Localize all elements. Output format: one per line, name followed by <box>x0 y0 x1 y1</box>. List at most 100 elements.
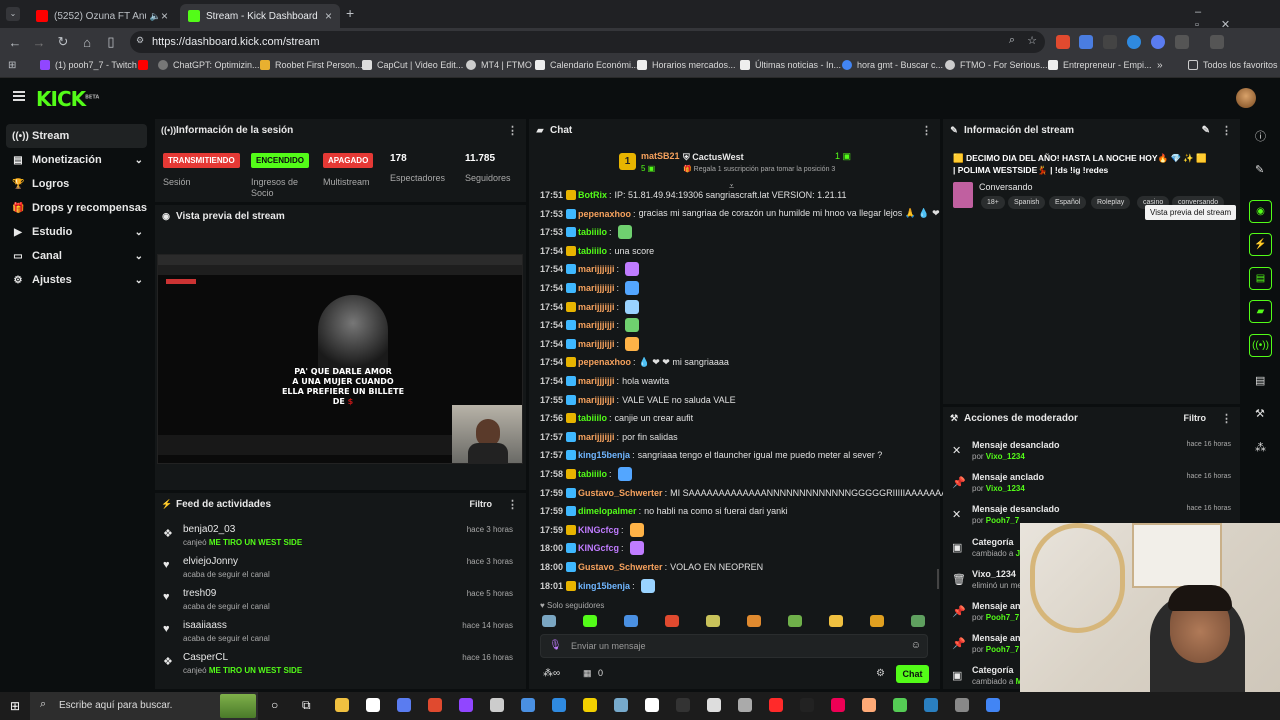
reload-icon[interactable]: ↻ <box>51 34 75 50</box>
close-tab-icon[interactable]: × <box>325 9 332 23</box>
bookmark-item[interactable]: MT4 | FTMO <box>466 60 532 70</box>
bookmark-item[interactable]: FTMO - For Serious... <box>945 60 1048 70</box>
tab-kick-dashboard[interactable]: Stream - Kick Dashboard × <box>180 4 340 28</box>
media-icon[interactable] <box>1210 35 1224 49</box>
taskbar-app-icon[interactable] <box>552 698 566 712</box>
chat-username[interactable]: marijjjijji <box>578 264 615 274</box>
new-tab-button[interactable]: + <box>346 5 354 21</box>
kick-logo[interactable]: KICKBETA <box>36 87 99 111</box>
chat-username[interactable]: tabiiilo <box>578 246 607 256</box>
emote-icon[interactable] <box>706 615 720 627</box>
bookmark-item[interactable]: hora gmt - Buscar c... <box>842 60 943 70</box>
extension-icon[interactable] <box>1103 35 1117 49</box>
taskbar-app-icon[interactable] <box>366 698 380 712</box>
bookmark-item[interactable]: Entrepreneur - Empi... <box>1048 60 1152 70</box>
taskbar-app-icon[interactable] <box>924 698 938 712</box>
emote-icon[interactable] <box>624 615 638 627</box>
filter-button[interactable]: Filtro <box>470 499 493 509</box>
points-icon[interactable]: ⁂∞ <box>543 668 560 679</box>
emote-icon[interactable] <box>788 615 802 627</box>
sidebar-item[interactable]: ▭ Canal ⌄ <box>6 244 147 268</box>
chevron-down-icon[interactable]: ⌄ <box>135 155 143 166</box>
chat-username[interactable]: marijjjijji <box>578 432 615 442</box>
broadcast-toggle-button[interactable]: ((•)) <box>1249 334 1272 357</box>
chevron-down-icon[interactable]: ⌄ <box>135 275 143 286</box>
taskbar-app-icon[interactable] <box>645 698 659 712</box>
chat-username[interactable]: king15benja <box>578 450 630 460</box>
bookmark-folder[interactable]: Todos los favoritos <box>1188 60 1278 70</box>
taskbar-app-icon[interactable] <box>862 698 876 712</box>
taskbar-app-icon[interactable] <box>986 698 1000 712</box>
windows-start-icon[interactable]: ⊞ <box>10 699 20 713</box>
more-options-icon[interactable]: ⋮ <box>921 124 932 137</box>
more-options-icon[interactable]: ⋮ <box>507 498 518 511</box>
chat-toggle-button[interactable]: ▰ <box>1249 300 1272 323</box>
chat-username[interactable]: marijjjijji <box>578 283 615 293</box>
more-options-icon[interactable]: ⋮ <box>507 124 518 137</box>
chevron-down-icon[interactable]: ⌄ <box>135 251 143 262</box>
chat-username[interactable]: pepenaxhoo <box>578 357 631 367</box>
filter-button[interactable]: Filtro <box>1184 413 1207 423</box>
bookmark-item[interactable]: ChatGPT: Optimizin... <box>158 60 260 70</box>
sidebar-item[interactable]: ▤ Monetización ⌄ <box>6 148 147 172</box>
forward-icon[interactable]: → <box>27 35 51 50</box>
chat-scrollbar[interactable] <box>937 569 939 589</box>
sidebar-item[interactable]: 🏆 Logros <box>6 172 147 196</box>
video-preview[interactable]: PA' QUE DARLE AMOR A UNA MUJER CUANDO EL… <box>157 254 523 464</box>
bookmark-item[interactable]: Últimas noticias - In... <box>740 60 841 70</box>
chat-settings-icon[interactable]: ⚙ <box>876 668 885 679</box>
emote-icon[interactable] <box>747 615 761 627</box>
taskbar-app-icon[interactable] <box>738 698 752 712</box>
more-options-icon[interactable]: ⋮ <box>1221 412 1232 425</box>
taskbar-app-icon[interactable] <box>955 698 969 712</box>
home-icon[interactable]: ⌂ <box>75 35 99 50</box>
back-icon[interactable]: ← <box>3 35 27 50</box>
emote-icon[interactable] <box>583 615 597 627</box>
taskbar-app-icon[interactable] <box>614 698 628 712</box>
emote-icon[interactable] <box>542 615 556 627</box>
chevron-down-icon[interactable]: ⌄ <box>135 227 143 238</box>
taskbar-app-icon[interactable] <box>831 698 845 712</box>
emote-icon[interactable] <box>665 615 679 627</box>
taskbar-app-icon[interactable] <box>490 698 504 712</box>
emoji-icon[interactable]: ☺ <box>911 640 921 651</box>
tools-icon[interactable]: ⚒ <box>1255 407 1265 420</box>
chat-username[interactable]: KINGcfcg <box>578 525 619 535</box>
sidepanel-icon[interactable]: ▯ <box>99 34 123 50</box>
taskbar-app-icon[interactable] <box>335 698 349 712</box>
taskbar-app-icon[interactable] <box>676 698 690 712</box>
category-tag[interactable]: Español <box>1049 196 1087 209</box>
chat-username[interactable]: tabiiilo <box>578 413 607 423</box>
gift-counter[interactable]: ▦ 0 <box>583 668 603 679</box>
emote-icon[interactable] <box>870 615 884 627</box>
taskbar-app-icon[interactable] <box>707 698 721 712</box>
voice-icon[interactable]: 🎙 <box>549 640 562 651</box>
bookmark-item[interactable]: CapCut | Video Edit... <box>362 60 463 70</box>
extension-icon[interactable] <box>1151 35 1165 49</box>
send-chat-button[interactable]: Chat <box>896 665 929 683</box>
info-icon[interactable]: ⓘ <box>1255 128 1266 144</box>
taskbar-app-icon[interactable] <box>521 698 535 712</box>
taskbar-app-icon[interactable] <box>800 698 814 712</box>
activity-toggle-button[interactable]: ⚡ <box>1249 233 1272 256</box>
url-input[interactable]: ⚙ https://dashboard.kick.com/stream ⌕ ☆ <box>130 31 1045 53</box>
second-gifter[interactable]: ⛨ CactusWest <box>683 152 744 163</box>
close-tab-icon[interactable]: × <box>161 9 168 23</box>
chat-username[interactable]: KINGcfcg <box>578 543 619 553</box>
bookmark-item[interactable]: (1) pooh7_7 - Twitch <box>40 60 137 70</box>
site-info-icon[interactable]: ⚙ <box>136 35 144 46</box>
chat-username[interactable]: marijjjijji <box>578 320 615 330</box>
edit-icon[interactable]: ✎ <box>1202 125 1210 136</box>
apps-icon[interactable]: ⊞ <box>8 60 16 71</box>
chat-username[interactable]: marijjjijji <box>578 302 615 312</box>
taskbar-app-icon[interactable] <box>769 698 783 712</box>
more-options-icon[interactable]: ⋮ <box>1221 124 1232 137</box>
taskbar-app-icon[interactable] <box>459 698 473 712</box>
chat-username[interactable]: marijjjijji <box>578 339 615 349</box>
category-tag[interactable]: 18+ <box>981 196 1005 209</box>
task-view-icon[interactable]: ⧉ <box>302 698 311 713</box>
taskbar-search[interactable]: ⌕ Escribe aquí para buscar. <box>30 692 258 720</box>
taskbar-app-icon[interactable] <box>397 698 411 712</box>
top-gifter-name[interactable]: matSB21 <box>641 151 680 161</box>
chat-username[interactable]: BotRix <box>578 190 607 200</box>
